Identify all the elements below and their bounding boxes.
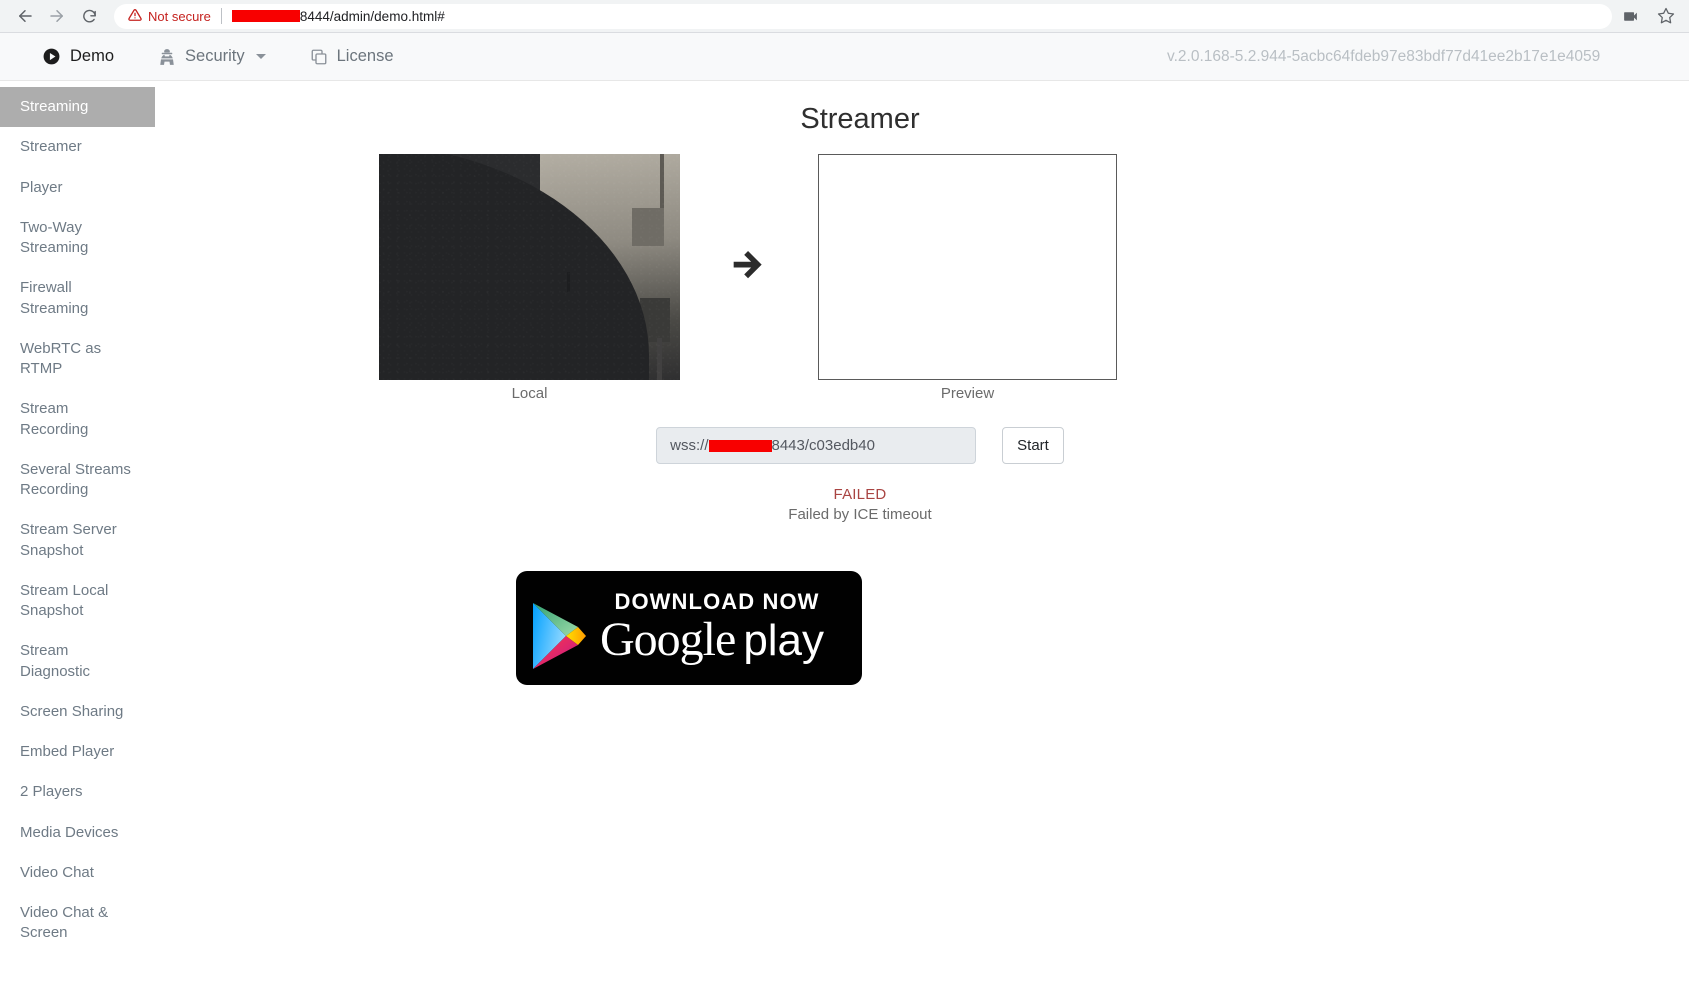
google-play-text: DOWNLOAD NOW Google play — [600, 589, 824, 668]
url-text: 8444/admin/demo.html# — [231, 8, 445, 24]
preview-video[interactable] — [818, 154, 1117, 380]
forward-button[interactable] — [42, 1, 72, 31]
sidebar-item-video-chat-screen[interactable]: Video Chat & Screen — [0, 893, 155, 954]
user-secret-icon — [158, 48, 176, 66]
browser-toolbar: Not secure 8444/admin/demo.html# — [0, 0, 1689, 33]
google-play-badge[interactable]: DOWNLOAD NOW Google play — [516, 571, 862, 685]
back-arrow-icon — [16, 7, 34, 25]
video-row: Local Preview — [379, 154, 1341, 402]
preview-video-label: Preview — [940, 385, 995, 402]
toolbar-actions — [1622, 7, 1679, 25]
preview-video-group: Preview — [818, 154, 1117, 402]
chevron-down-icon — [255, 54, 266, 59]
app-navbar: Demo Security License v.2.0.168-5.2.944-… — [0, 33, 1689, 81]
google-play-triangle-icon — [530, 601, 588, 671]
back-button[interactable] — [10, 1, 40, 31]
nav-item-security-label: Security — [185, 47, 245, 65]
security-status-label: Not secure — [148, 8, 211, 24]
sidebar-item-stream-recording[interactable]: Stream Recording — [0, 389, 155, 450]
clone-icon — [310, 48, 328, 66]
sidebar-item-streaming[interactable]: Streaming — [0, 87, 155, 128]
stream-url-suffix: 8443/c03edb40 — [771, 437, 875, 454]
security-status[interactable]: Not secure — [128, 8, 211, 25]
sidebar-item-embed-player[interactable]: Embed Player — [0, 732, 155, 772]
sidebar-item-several-streams-recording[interactable]: Several Streams Recording — [0, 450, 155, 511]
page-body: Streaming Streamer Player Two-Way Stream… — [0, 81, 1689, 993]
nav-item-demo[interactable]: Demo — [20, 33, 136, 80]
local-video-group: Local — [379, 154, 680, 402]
local-video-frame-noise — [379, 154, 680, 380]
page-title: Streamer — [800, 103, 920, 135]
nav-item-demo-label: Demo — [70, 47, 115, 65]
reload-icon — [81, 8, 98, 25]
warning-triangle-icon — [128, 8, 142, 25]
star-icon[interactable] — [1657, 7, 1675, 25]
sidebar-item-player[interactable]: Player — [0, 168, 155, 208]
omnibox-divider — [220, 8, 222, 24]
main-content: Streamer Local Preview wss:// 8443/c03ed… — [155, 81, 1689, 993]
local-video[interactable] — [379, 154, 680, 380]
stream-controls: wss:// 8443/c03edb40 Start — [379, 427, 1341, 464]
start-button[interactable]: Start — [1002, 427, 1064, 464]
reload-button[interactable] — [74, 1, 104, 31]
redacted-host-inline — [708, 439, 772, 452]
address-bar[interactable]: Not secure 8444/admin/demo.html# — [114, 3, 1612, 29]
stream-url-input[interactable]: wss:// 8443/c03edb40 — [656, 427, 977, 464]
sidebar-item-2-players[interactable]: 2 Players — [0, 772, 155, 812]
sidebar-item-firewall-streaming[interactable]: Firewall Streaming — [0, 268, 155, 329]
status-detail: Failed by ICE timeout — [788, 506, 932, 523]
google-wordmark: Google — [600, 612, 736, 666]
sidebar-item-stream-local-snapshot[interactable]: Stream Local Snapshot — [0, 571, 155, 632]
status-block: FAILED Failed by ICE timeout — [379, 486, 1341, 523]
arrow-right-icon — [726, 242, 772, 293]
flow-arrow — [680, 154, 818, 380]
google-play-badge-wrap: DOWNLOAD NOW Google play — [516, 571, 1689, 685]
play-wordmark: play — [743, 615, 825, 665]
nav-item-security[interactable]: Security — [136, 33, 288, 80]
sidebar-item-stream-server-snapshot[interactable]: Stream Server Snapshot — [0, 510, 155, 571]
sidebar-item-screen-sharing[interactable]: Screen Sharing — [0, 692, 155, 732]
stream-url-prefix: wss:// — [670, 437, 709, 454]
url-suffix: 8444/admin/demo.html# — [299, 8, 445, 24]
nav-item-license-label: License — [336, 47, 394, 65]
nav-item-license[interactable]: License — [288, 33, 416, 80]
redacted-host — [231, 10, 300, 22]
sidebar-item-stream-diagnostic[interactable]: Stream Diagnostic — [0, 631, 155, 692]
local-video-label: Local — [511, 385, 548, 402]
sidebar-item-webrtc-as-rtmp[interactable]: WebRTC as RTMP — [0, 329, 155, 390]
sidebar-item-two-way-streaming[interactable]: Two-Way Streaming — [0, 208, 155, 269]
sidebar-item-video-chat[interactable]: Video Chat — [0, 853, 155, 893]
sidebar-item-streamer[interactable]: Streamer — [0, 127, 155, 167]
google-play-wordmark: Google play — [600, 612, 825, 666]
video-camera-icon[interactable] — [1622, 8, 1639, 25]
app-version: v.2.0.168-5.2.944-5acbc64fdeb97e83bdf77d… — [1167, 47, 1601, 65]
play-circle-icon — [42, 47, 61, 66]
download-now-label: DOWNLOAD NOW — [614, 588, 820, 614]
status-badge: FAILED — [833, 486, 887, 503]
sidebar: Streaming Streamer Player Two-Way Stream… — [0, 81, 155, 993]
forward-arrow-icon — [48, 7, 66, 25]
sidebar-item-media-devices[interactable]: Media Devices — [0, 813, 155, 853]
